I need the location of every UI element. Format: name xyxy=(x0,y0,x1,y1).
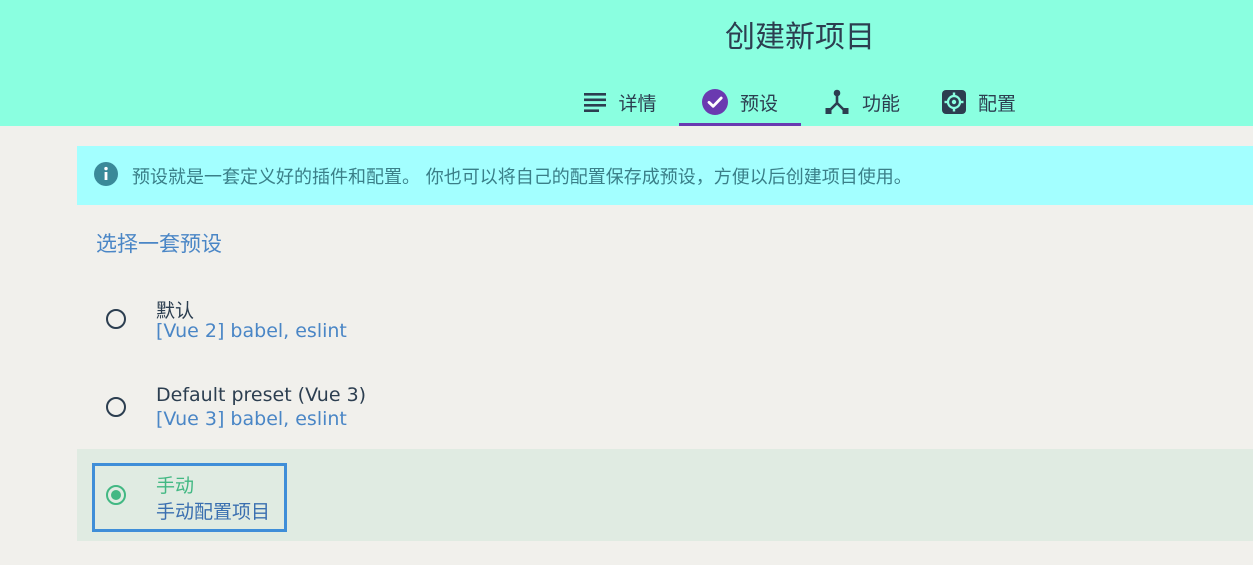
radio-button[interactable] xyxy=(106,397,126,417)
preset-option-vue3[interactable]: Default preset (Vue 3) [Vue 3] babel, es… xyxy=(77,377,1253,439)
tab-config-label: 配置 xyxy=(977,92,1016,115)
radio-dot xyxy=(111,490,121,500)
preset-description: [Vue 2] babel, eslint xyxy=(156,320,347,342)
preset-name: 手动 xyxy=(156,475,195,497)
list-icon xyxy=(584,92,618,112)
fork-icon xyxy=(824,89,862,115)
tab-features[interactable]: 功能 xyxy=(801,78,923,126)
tab-details[interactable]: 详情 xyxy=(562,78,679,126)
preset-description: [Vue 3] babel, eslint xyxy=(156,408,347,430)
info-banner: 预设就是一套定义好的插件和配置。 你也可以将自己的配置保存成预设，方便以后创建项… xyxy=(77,146,1253,205)
preset-option-default[interactable]: 默认 [Vue 2] babel, eslint xyxy=(77,289,1253,351)
page-title: 创建新项目 xyxy=(725,20,875,55)
tab-presets[interactable]: 预设 xyxy=(679,78,801,126)
preset-name: 默认 xyxy=(156,300,195,322)
info-icon xyxy=(94,161,118,190)
section-title: 选择一套预设 xyxy=(96,232,222,256)
tab-bar: 详情 预设 功能 配置 xyxy=(562,78,1035,126)
gear-icon xyxy=(941,90,978,114)
radio-button[interactable] xyxy=(106,309,126,329)
radio-button-checked[interactable] xyxy=(106,485,126,505)
header: 创建新项目 详情 预设 功能 配置 xyxy=(0,0,1253,126)
tab-config[interactable]: 配置 xyxy=(923,78,1035,126)
info-text: 预设就是一套定义好的插件和配置。 你也可以将自己的配置保存成预设，方便以后创建项… xyxy=(132,166,912,188)
tab-features-label: 功能 xyxy=(861,92,900,115)
preset-option-manual[interactable]: 手动 手动配置项目 xyxy=(77,449,1253,541)
preset-description: 手动配置项目 xyxy=(156,501,271,523)
tab-presets-label: 预设 xyxy=(739,92,778,115)
check-circle-icon xyxy=(701,89,740,115)
preset-name: Default preset (Vue 3) xyxy=(156,384,367,406)
tab-details-label: 详情 xyxy=(618,92,657,115)
